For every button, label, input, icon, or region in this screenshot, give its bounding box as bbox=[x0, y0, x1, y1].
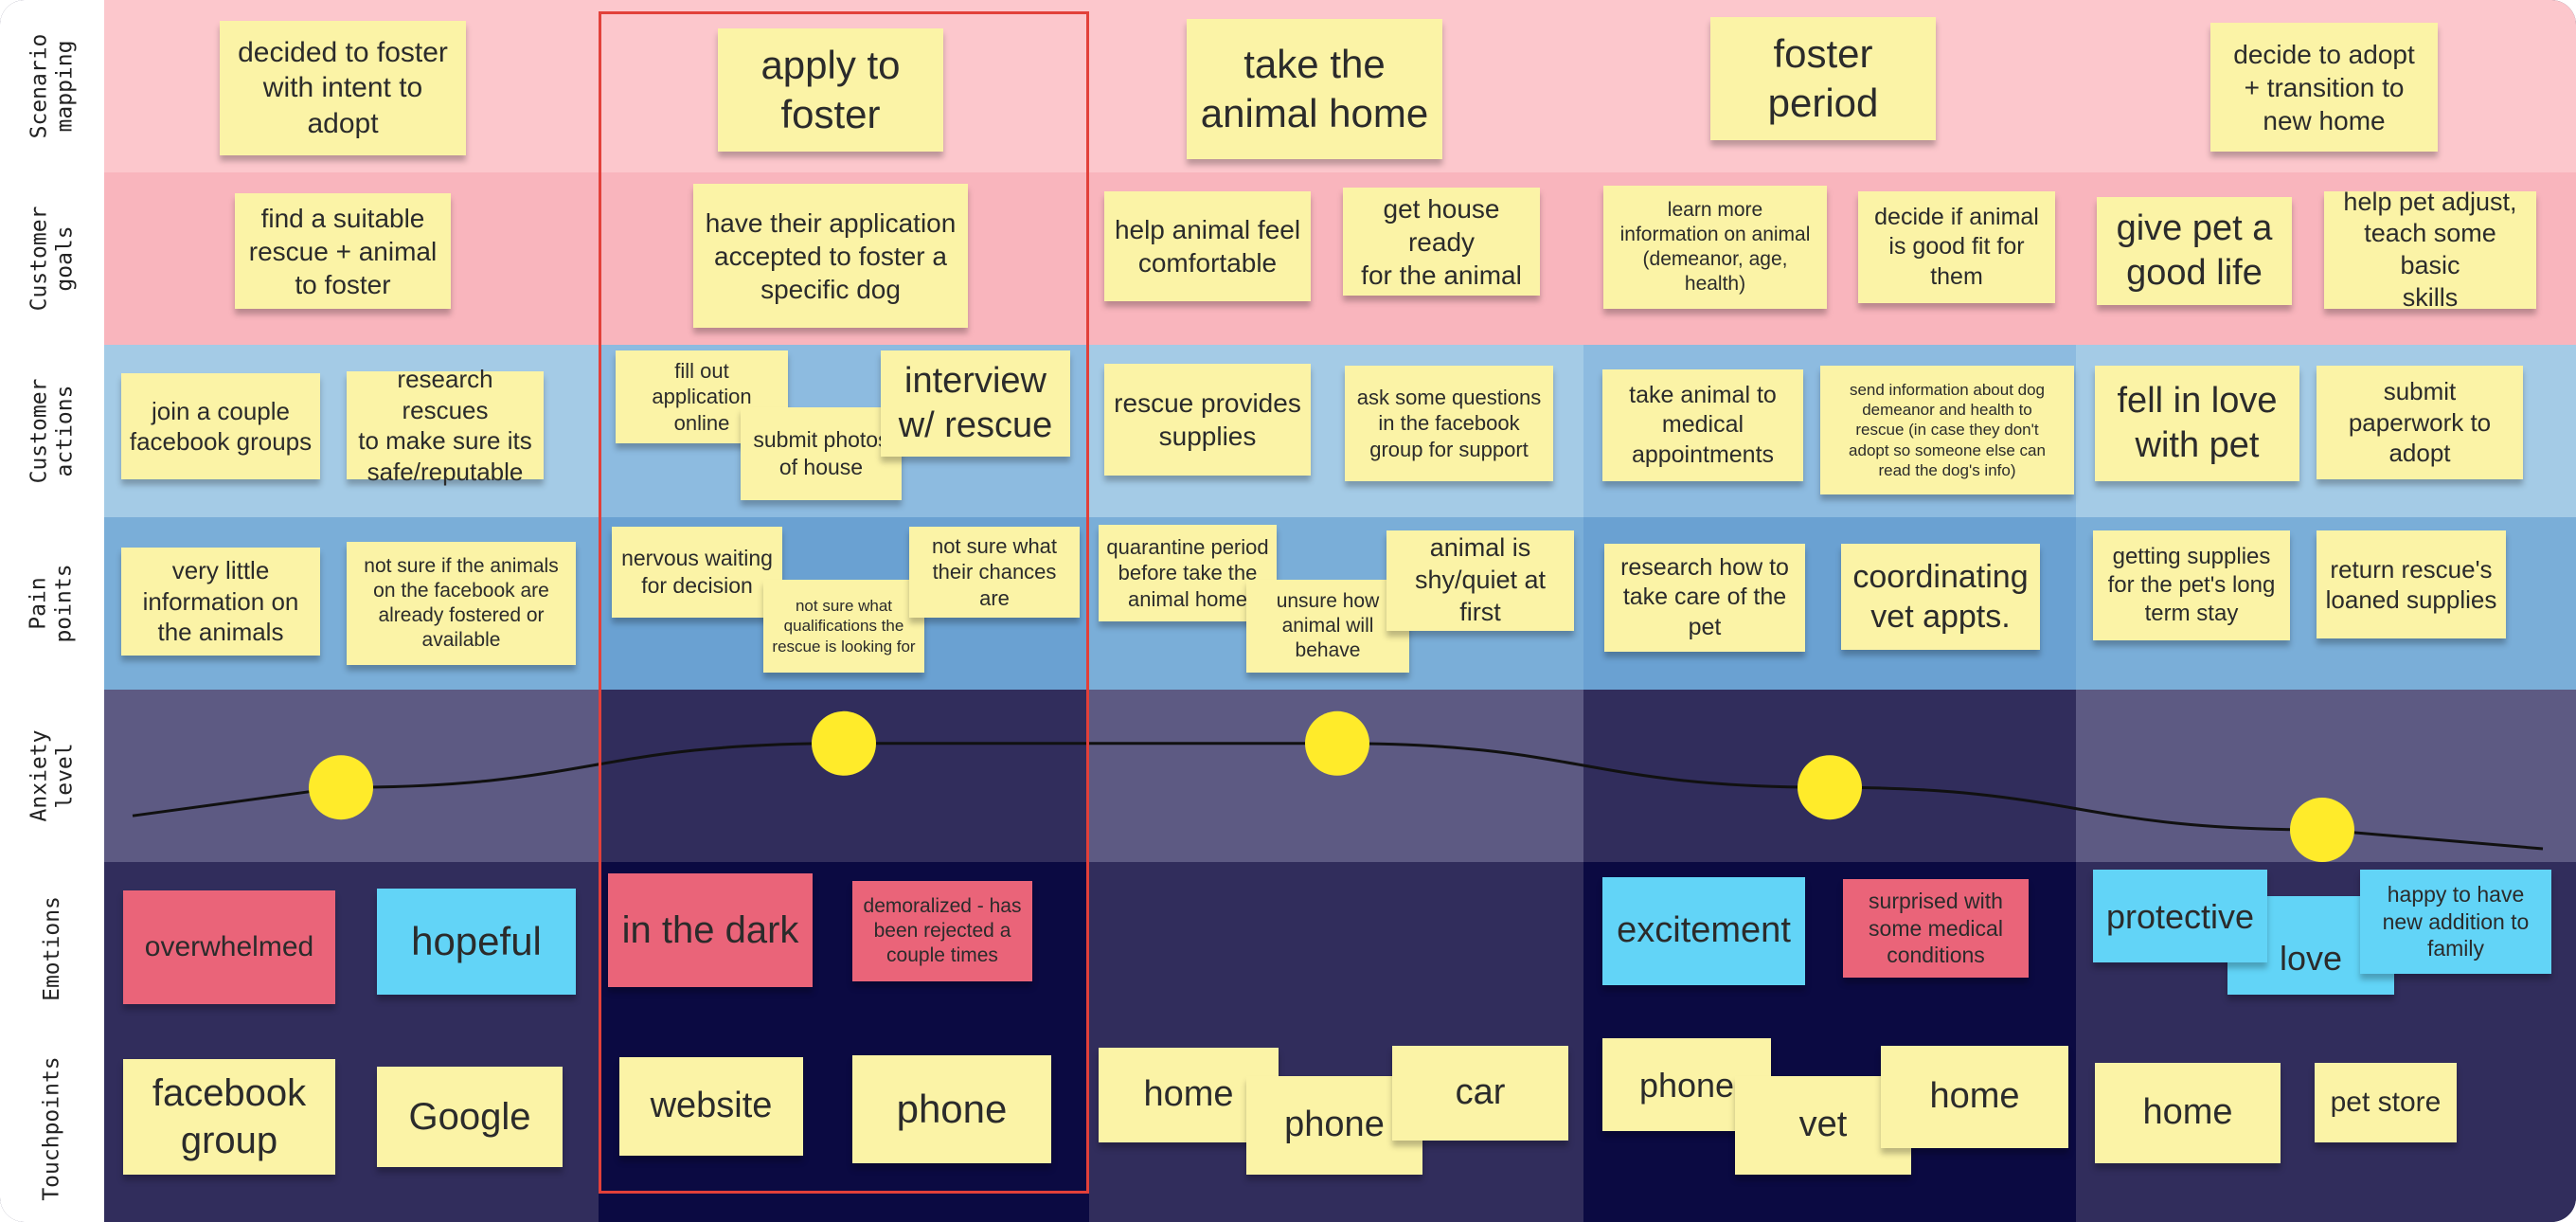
sticky-s2[interactable]: apply to foster bbox=[718, 28, 943, 152]
sticky-a4[interactable]: submit photos of house bbox=[741, 407, 902, 500]
anxiety-point-5 bbox=[2290, 798, 2354, 862]
anxiety-point-4 bbox=[1798, 755, 1862, 820]
sticky-a5[interactable]: interview w/ rescue bbox=[881, 350, 1070, 457]
sticky-p10[interactable]: coordinating vet appts. bbox=[1841, 544, 2040, 650]
sticky-g7[interactable]: give pet a good life bbox=[2097, 197, 2292, 305]
sticky-a7[interactable]: ask some questions in the facebook group… bbox=[1345, 366, 1553, 481]
anxiety-point-3 bbox=[1305, 710, 1369, 776]
sticky-p3[interactable]: nervous waiting for decision bbox=[612, 527, 782, 618]
sticky-t3[interactable]: website bbox=[619, 1057, 803, 1156]
journey-map-board: Scenario mapping Customer goals Customer… bbox=[0, 0, 2576, 1222]
anxiety-point-2 bbox=[812, 710, 876, 776]
sticky-e6[interactable]: surprised with some medical conditions bbox=[1843, 879, 2029, 978]
sticky-p11[interactable]: getting supplies for the pet's long term… bbox=[2093, 530, 2290, 640]
sticky-e9[interactable]: happy to have new addition to family bbox=[2360, 870, 2551, 974]
sticky-a6[interactable]: rescue provides supplies bbox=[1104, 364, 1311, 476]
sticky-p1[interactable]: very little information on the animals bbox=[121, 548, 320, 656]
sticky-g8[interactable]: help pet adjust, teach some basic skills bbox=[2324, 188, 2536, 312]
sticky-g5[interactable]: learn more information on animal (demean… bbox=[1603, 186, 1827, 309]
sticky-a10[interactable]: fell in love with pet bbox=[2095, 366, 2299, 481]
anxiety-point-1 bbox=[309, 755, 373, 820]
sticky-e7[interactable]: protective bbox=[2093, 870, 2267, 962]
sticky-t12[interactable]: pet store bbox=[2315, 1063, 2457, 1142]
sticky-g6[interactable]: decide if animal is good fit for them bbox=[1858, 191, 2055, 303]
sticky-t7[interactable]: car bbox=[1392, 1046, 1568, 1141]
sticky-e2[interactable]: hopeful bbox=[377, 889, 576, 995]
sticky-e5[interactable]: excitement bbox=[1602, 877, 1805, 985]
sticky-a11[interactable]: submit paperwork to adopt bbox=[2317, 366, 2523, 479]
sticky-g2[interactable]: have their application accepted to foste… bbox=[693, 184, 968, 328]
sticky-a1[interactable]: join a couple facebook groups bbox=[121, 373, 320, 479]
sticky-e4[interactable]: demoralized - has been rejected a couple… bbox=[852, 881, 1032, 981]
sticky-t2[interactable]: Google bbox=[377, 1067, 563, 1167]
sticky-a9[interactable]: send information about dog demeanor and … bbox=[1820, 366, 2074, 494]
sticky-t1[interactable]: facebook group bbox=[123, 1059, 335, 1175]
sticky-p8[interactable]: animal is shy/quiet at first bbox=[1386, 530, 1574, 631]
sticky-e1[interactable]: overwhelmed bbox=[123, 890, 335, 1004]
sticky-a8[interactable]: take animal to medical appointments bbox=[1602, 369, 1803, 481]
sticky-s1[interactable]: decided to foster with intent to adopt bbox=[220, 21, 466, 155]
sticky-s4[interactable]: foster period bbox=[1710, 17, 1936, 140]
sticky-p4[interactable]: not sure what qualifications the rescue … bbox=[763, 580, 924, 673]
sticky-e3[interactable]: in the dark bbox=[608, 873, 813, 987]
sticky-g3[interactable]: help animal feel comfortable bbox=[1104, 191, 1311, 301]
sticky-p12[interactable]: return rescue's loaned supplies bbox=[2317, 530, 2506, 638]
sticky-s5[interactable]: decide to adopt + transition to new home bbox=[2210, 23, 2438, 152]
sticky-p5[interactable]: not sure what their chances are bbox=[909, 527, 1080, 618]
sticky-p9[interactable]: research how to take care of the pet bbox=[1604, 544, 1805, 652]
sticky-g4[interactable]: get house ready for the animal bbox=[1343, 188, 1540, 296]
sticky-p7[interactable]: unsure how animal will behave bbox=[1246, 580, 1409, 673]
sticky-t11[interactable]: home bbox=[2095, 1063, 2281, 1163]
sticky-a2[interactable]: research rescues to make sure its safe/r… bbox=[347, 365, 544, 486]
sticky-t4[interactable]: phone bbox=[852, 1055, 1051, 1163]
sticky-t10[interactable]: home bbox=[1881, 1046, 2068, 1148]
sticky-g1[interactable]: find a suitable rescue + animal to foste… bbox=[235, 193, 451, 309]
sticky-p2[interactable]: not sure if the animals on the facebook … bbox=[347, 542, 576, 665]
sticky-s3[interactable]: take the animal home bbox=[1187, 19, 1442, 159]
